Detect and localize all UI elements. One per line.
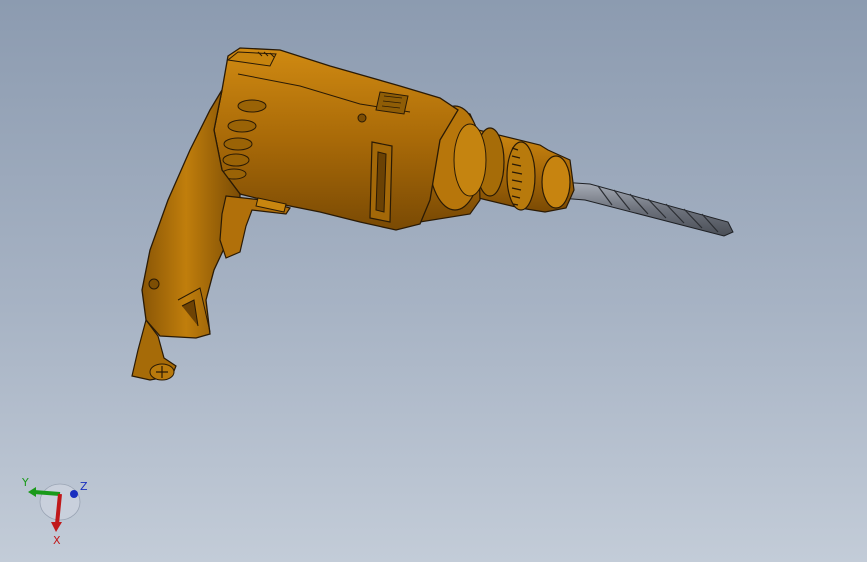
orientation-triad[interactable]: Y X Z bbox=[14, 472, 104, 552]
x-axis-label: X bbox=[53, 534, 61, 547]
trigger[interactable] bbox=[219, 195, 291, 259]
drill-bit[interactable] bbox=[559, 181, 734, 237]
rating-plate bbox=[375, 91, 409, 115]
graphics-viewport[interactable]: Y X Z bbox=[0, 0, 867, 562]
y-axis-label: Y bbox=[21, 476, 29, 489]
y-axis-arrowhead bbox=[28, 487, 36, 497]
z-axis-arrow bbox=[70, 490, 78, 498]
z-axis-label: Z bbox=[80, 480, 88, 493]
y-axis-arrow bbox=[33, 490, 61, 496]
x-axis-arrowhead bbox=[51, 522, 62, 532]
drill-model[interactable] bbox=[0, 0, 867, 562]
